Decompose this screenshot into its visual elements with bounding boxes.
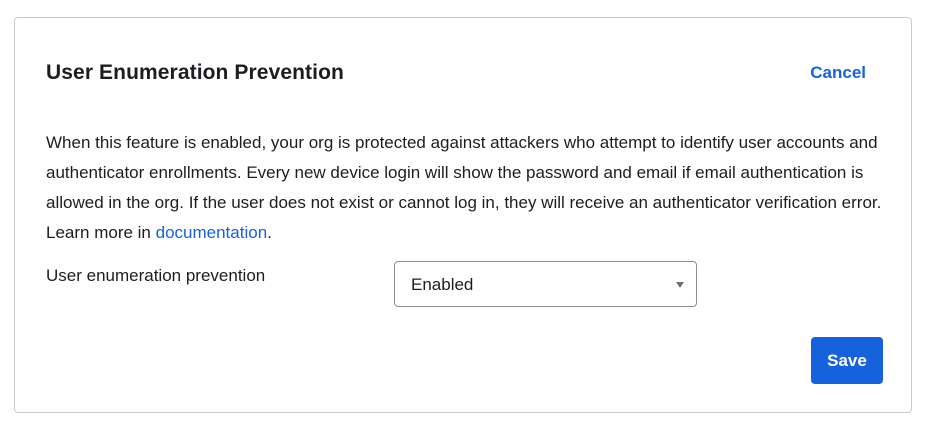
cancel-button[interactable]: Cancel (810, 62, 866, 84)
documentation-link[interactable]: documentation (156, 223, 268, 242)
select-value: Enabled (411, 275, 474, 294)
user-enumeration-select[interactable]: Enabled (394, 261, 697, 307)
feature-description: When this feature is enabled, your org i… (46, 128, 886, 248)
settings-card: User Enumeration Prevention Cancel When … (14, 17, 912, 413)
caret-down-icon (676, 282, 684, 288)
user-enumeration-label: User enumeration prevention (46, 266, 266, 285)
description-suffix: . (267, 223, 272, 242)
save-button[interactable]: Save (811, 337, 883, 384)
panel-title: User Enumeration Prevention (46, 61, 344, 84)
